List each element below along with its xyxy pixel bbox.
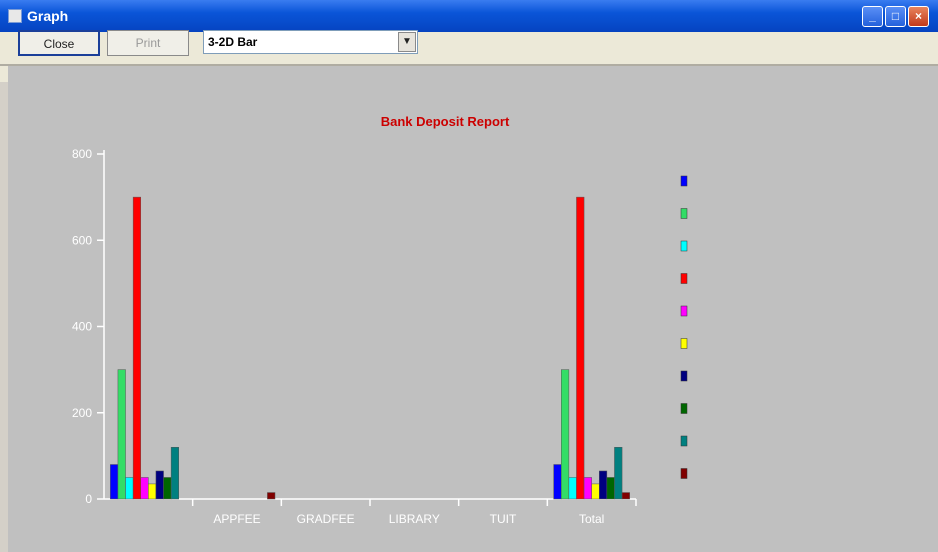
chart-type-value: 3-2D Bar: [208, 35, 258, 49]
x-tick-label: LIBRARY: [389, 512, 440, 526]
legend-swatch: [680, 468, 688, 479]
bar: [148, 483, 157, 500]
legend-swatch: [680, 435, 688, 447]
bar-chart: Bank Deposit Report 0 200 400 600 800 APPFEE GR…: [72, 114, 688, 526]
bar: [170, 447, 179, 500]
y-tick-label: 800: [72, 147, 92, 161]
title-bar[interactable]: Graph _ □ ×: [0, 0, 938, 32]
bar: [132, 196, 141, 500]
x-tick-label: Total: [579, 512, 604, 526]
y-tick-label: 0: [85, 492, 92, 506]
bar: [599, 470, 608, 500]
app-icon: [8, 9, 22, 23]
minimize-button[interactable]: _: [862, 6, 883, 27]
legend-swatch: [680, 370, 688, 382]
legend-swatch: [680, 175, 688, 187]
window-title: Graph: [27, 8, 69, 24]
bar: [614, 447, 623, 500]
close-button[interactable]: Close: [18, 30, 100, 56]
bar: [568, 477, 577, 500]
print-button[interactable]: Print: [107, 30, 189, 56]
bar: [606, 477, 615, 500]
bar: [110, 464, 119, 500]
legend-swatch: [680, 305, 688, 317]
legend-swatch: [680, 273, 688, 284]
bar: [155, 470, 164, 500]
legend-swatch: [680, 240, 688, 252]
bar: [267, 492, 276, 500]
bar: [125, 477, 134, 500]
bar: [621, 492, 630, 500]
x-tick-label: TUIT: [490, 512, 517, 526]
bar: [117, 369, 126, 500]
legend-swatch: [680, 403, 688, 414]
y-tick-label: 200: [72, 406, 92, 420]
y-tick-label: 600: [72, 233, 92, 247]
chevron-down-icon[interactable]: ▼: [398, 32, 416, 52]
bar: [140, 477, 149, 500]
chart-title: Bank Deposit Report: [381, 114, 510, 129]
x-tick-label: GRADFEE: [297, 512, 355, 526]
bar: [576, 196, 585, 500]
bar: [583, 477, 592, 500]
chart-type-select[interactable]: 3-2D Bar ▼: [203, 30, 418, 54]
y-tick-label: 400: [72, 320, 92, 334]
close-window-button[interactable]: ×: [908, 6, 929, 27]
bar: [553, 464, 562, 500]
x-tick-label: APPFEE: [213, 512, 260, 526]
legend-swatch: [680, 338, 688, 349]
legend-swatch: [680, 208, 688, 219]
maximize-button[interactable]: □: [885, 6, 906, 27]
bar: [591, 483, 600, 500]
bar: [561, 369, 570, 500]
bar: [163, 477, 172, 500]
